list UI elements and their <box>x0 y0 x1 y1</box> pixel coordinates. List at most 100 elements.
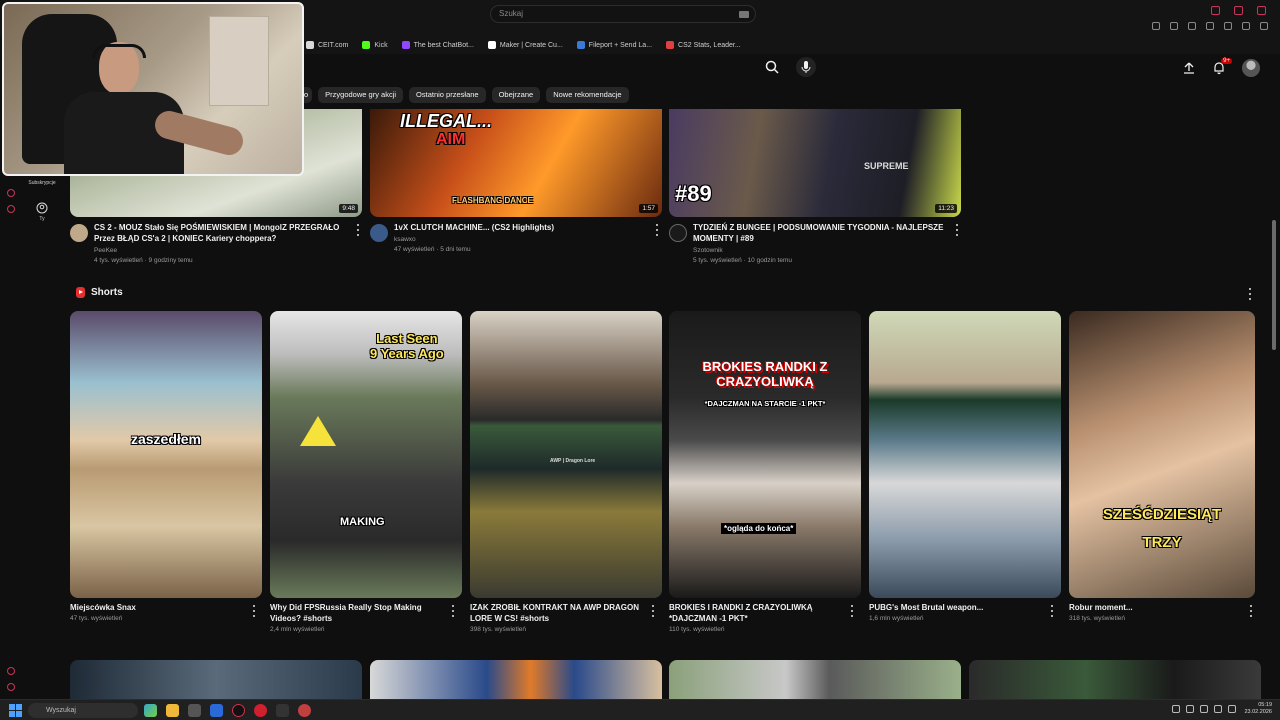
send-icon[interactable] <box>1224 22 1232 30</box>
short-title[interactable]: Robur moment... <box>1069 602 1244 613</box>
volume-icon[interactable] <box>1214 705 1223 713</box>
taskbar-apps <box>144 704 311 717</box>
more-options-icon[interactable] <box>1249 605 1253 617</box>
short-title[interactable]: Miejscówka Snax <box>70 602 245 613</box>
filter-chips: o Przygodowe gry akcji Ostatnio przesłane O… <box>300 87 629 103</box>
extension-icon[interactable] <box>1170 22 1178 30</box>
video-thumbnail[interactable] <box>370 660 662 700</box>
video-title[interactable]: 1vX CLUTCH MACHINE... (CS2 Highlights) <box>394 222 648 233</box>
bookmark-icon[interactable] <box>1152 22 1160 30</box>
menu-icon[interactable] <box>1260 22 1268 30</box>
clock[interactable]: 05:19 23.02.2026 <box>1244 702 1272 716</box>
video-title[interactable]: CS 2 - MOUZ Stało Się POŚMIEWISKIEM | Mo… <box>94 222 348 244</box>
sidebar-item-subscriptions[interactable]: Subskrypcje <box>22 180 62 186</box>
more-options-icon[interactable] <box>451 605 455 617</box>
copilot-icon[interactable] <box>144 704 157 717</box>
microphone-icon[interactable] <box>796 57 816 77</box>
taskbar-search-placeholder: Wyszukaj <box>46 707 76 714</box>
short-title[interactable]: PUBG's Most Brutal weapon... <box>869 602 1044 613</box>
shield-icon[interactable] <box>1188 22 1196 30</box>
side-panel-icon[interactable] <box>7 667 15 675</box>
wifi-icon[interactable] <box>1200 705 1209 713</box>
more-options-icon[interactable] <box>356 224 360 236</box>
store-icon[interactable] <box>188 704 201 717</box>
short-meta: Miejscówka Snax 47 tys. wyświetleń <box>70 602 260 622</box>
app-icon[interactable] <box>210 704 223 717</box>
channel-name[interactable]: PeeKee <box>94 247 117 254</box>
keyboard-icon[interactable] <box>739 11 749 18</box>
notifications-button[interactable]: 9+ <box>1212 58 1232 75</box>
filter-chip[interactable]: Obejrzane <box>491 87 541 103</box>
bookmark-item[interactable]: The best ChatBot... <box>401 41 474 49</box>
shorts-more-icon[interactable] <box>1248 288 1252 300</box>
thumbnail-text: Last Seen 9 Years Ago <box>370 331 444 361</box>
filter-chip[interactable]: Przygodowe gry akcji <box>318 87 404 103</box>
side-panel-icon[interactable] <box>7 189 15 197</box>
heart-icon[interactable] <box>1242 22 1250 30</box>
more-options-icon[interactable] <box>252 605 256 617</box>
short-thumbnail[interactable]: AWP | Dragon Lore <box>470 311 662 598</box>
minimize-icon[interactable] <box>1211 6 1220 15</box>
video-thumbnail[interactable] <box>70 660 362 700</box>
channel-avatar[interactable] <box>370 224 388 242</box>
battery-icon[interactable] <box>1228 705 1237 713</box>
bookmark-label: Fileport + Send La... <box>588 41 653 49</box>
more-options-icon[interactable] <box>651 605 655 617</box>
channel-avatar[interactable] <box>70 224 88 242</box>
thumbnail-text: AIM <box>436 131 466 148</box>
video-thumbnail[interactable] <box>669 660 961 700</box>
more-options-icon[interactable] <box>655 224 659 236</box>
video-thumbnail[interactable]: ILLEGAL... AIM FLASHBANG DANCE 1:57 <box>370 109 662 217</box>
video-title[interactable]: TYDZIEŃ Z BUNGEE | PODSUMOWANIE TYGODNIA… <box>693 222 947 244</box>
more-options-icon[interactable] <box>955 224 959 236</box>
short-title[interactable]: IZAK ZROBIŁ KONTRAKT NA AWP DRAGON LORE … <box>470 602 645 624</box>
video-duration: 1:57 <box>639 204 658 213</box>
filter-chip[interactable]: Ostatnio przesłane <box>409 87 486 103</box>
short-thumbnail[interactable]: SZEŚĆDZIESIĄT TRZY <box>1069 311 1255 598</box>
app-icon[interactable] <box>298 704 311 717</box>
more-options-icon[interactable] <box>850 605 854 617</box>
short-thumbnail[interactable]: zaszedłem <box>70 311 262 598</box>
side-panel-icon[interactable] <box>7 683 15 691</box>
thumbnail-text: zaszedłem <box>130 431 202 447</box>
filter-chip[interactable]: Nowe rekomendacje <box>546 87 629 103</box>
shorts-icon <box>76 287 85 298</box>
bookmark-item[interactable]: CEIT.com <box>306 41 348 49</box>
bookmark-item[interactable]: CS2 Stats, Leader... <box>666 41 741 49</box>
app-icon[interactable] <box>254 704 267 717</box>
bookmark-item[interactable]: Kick <box>362 41 388 49</box>
close-icon[interactable] <box>1257 6 1266 15</box>
sidebar-item-you[interactable]: Ty <box>22 202 62 222</box>
short-thumbnail[interactable] <box>869 311 1061 598</box>
channel-name[interactable]: ksawxo <box>394 236 416 243</box>
video-stats: 5 tys. wyświetleń · 10 godzin temu <box>693 257 792 264</box>
app-icon[interactable] <box>276 704 289 717</box>
video-thumbnail[interactable]: #89 SUPREME 11:23 <box>669 109 961 217</box>
app-tray-icon[interactable] <box>1186 705 1195 713</box>
channel-avatar[interactable] <box>669 224 687 242</box>
windows-start-icon[interactable] <box>9 704 22 717</box>
video-thumbnail[interactable] <box>969 660 1261 700</box>
account-avatar[interactable] <box>1242 59 1260 77</box>
short-thumbnail[interactable]: BROKIES RANDKI Z CRAZYOLIWKĄ *DAJCZMAN N… <box>669 311 861 598</box>
upload-icon[interactable] <box>1182 61 1196 75</box>
download-icon[interactable] <box>1206 22 1214 30</box>
thumbnail-text: MAKING <box>340 516 385 528</box>
more-options-icon[interactable] <box>1050 605 1054 617</box>
file-explorer-icon[interactable] <box>166 704 179 717</box>
chevron-up-icon[interactable] <box>1172 705 1181 713</box>
short-thumbnail[interactable]: Last Seen 9 Years Ago MAKING <box>270 311 462 598</box>
taskbar-search[interactable]: Wyszukaj <box>28 703 138 718</box>
side-panel-icon[interactable] <box>7 205 15 213</box>
short-title[interactable]: Why Did FPSRussia Really Stop Making Vid… <box>270 602 445 624</box>
channel-name[interactable]: Szotownik <box>693 247 723 254</box>
thumbnail-text: ILLEGAL... <box>400 111 492 131</box>
search-input[interactable]: Szukaj <box>490 5 756 23</box>
search-icon[interactable] <box>762 57 782 77</box>
bookmark-item[interactable]: Maker | Create Cu... <box>487 41 563 49</box>
page-scrollbar[interactable] <box>1272 220 1276 350</box>
bookmark-item[interactable]: Fileport + Send La... <box>576 41 653 49</box>
short-title[interactable]: BROKIES I RANDKI Z CRAZYOLIWKĄ *DAJCZMAN… <box>669 602 844 624</box>
opera-gx-icon[interactable] <box>232 704 245 717</box>
maximize-icon[interactable] <box>1234 6 1243 15</box>
